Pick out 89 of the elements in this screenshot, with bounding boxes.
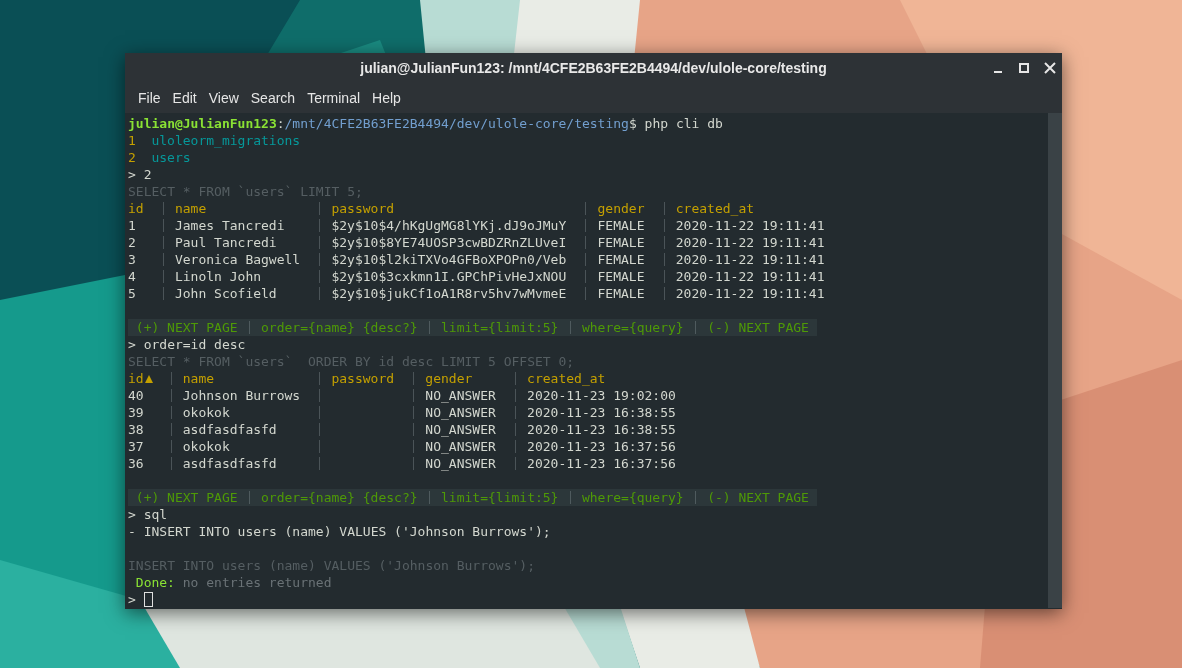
table-cell-text: okokok bbox=[182, 438, 231, 455]
table-cell-text: FEMALE bbox=[597, 285, 646, 302]
column-header: name bbox=[182, 370, 215, 387]
column-header: id bbox=[128, 370, 153, 387]
table-cell-text: Paul Tancredi bbox=[174, 234, 278, 251]
column-header: created_at bbox=[527, 370, 606, 387]
table-cell-text: 37 bbox=[128, 438, 145, 455]
menu-item[interactable]: Help bbox=[367, 88, 406, 108]
table-cell-text: $2y$10$jukCf1oA1R8rv5hv7wMvmeE bbox=[331, 285, 568, 302]
table-cell-text: $2y$10$4/hKgUgMG8lYKj.dJ9oJMuY bbox=[331, 217, 568, 234]
table-cell-text: FEMALE bbox=[597, 251, 646, 268]
table-cell-text: asdfasdfasfd bbox=[182, 455, 278, 472]
column-header: id bbox=[128, 200, 144, 217]
column-header: created_at bbox=[675, 200, 755, 217]
table-cell-text: 2020-11-22 19:11:41 bbox=[675, 217, 826, 234]
hint-text: (-) NEXT PAGE bbox=[707, 489, 809, 506]
table-cell-text: $2y$10$8YE74UOSP3cwBDZRnZLUveI bbox=[331, 234, 568, 251]
hint-text: order={name} {desc?} bbox=[261, 489, 418, 506]
column-header: name bbox=[174, 200, 207, 217]
input-line: > 2 bbox=[128, 166, 152, 183]
table-cell-text: Veronica Bagwell bbox=[174, 251, 302, 268]
table-cell-text: 3 bbox=[128, 251, 137, 268]
table-cell-text: FEMALE bbox=[597, 217, 646, 234]
table-cell-text: 5 bbox=[128, 285, 137, 302]
table-cell-text: NO_ANSWER bbox=[425, 438, 497, 455]
table-cell-text: 40 bbox=[128, 387, 145, 404]
table-cell-text: 2020-11-23 16:37:56 bbox=[527, 455, 677, 472]
menu-item[interactable]: Edit bbox=[167, 88, 202, 108]
table-cell-text: 2020-11-23 16:38:55 bbox=[527, 421, 677, 438]
menu-item[interactable]: Terminal bbox=[302, 88, 366, 108]
table-cell-text: NO_ANSWER bbox=[425, 421, 497, 438]
hint-text: (+) NEXT PAGE bbox=[135, 489, 238, 506]
table-cell-text: 36 bbox=[128, 455, 145, 472]
window-title: julian@JulianFun123: /mnt/4CFE2B63FE2B4494/dev/ulole-core/testing bbox=[360, 60, 827, 76]
status-label: Done: bbox=[135, 574, 175, 591]
table-cell-text: NO_ANSWER bbox=[425, 455, 497, 472]
maximize-icon[interactable] bbox=[1018, 62, 1030, 74]
column-header: password bbox=[331, 370, 395, 387]
table-cell-text: NO_ANSWER bbox=[425, 404, 497, 421]
table-cell-text: 2 bbox=[128, 234, 137, 251]
table-cell-text: Linoln John bbox=[174, 268, 263, 285]
table-cell-text: 1 bbox=[128, 217, 137, 234]
list-number: 2 bbox=[128, 149, 137, 166]
table-cell-text: 2020-11-22 19:11:41 bbox=[675, 285, 826, 302]
hint-text: limit={limit:5} bbox=[441, 319, 559, 336]
hint-text: where={query} bbox=[581, 319, 684, 336]
table-cell-text: 2020-11-23 16:37:56 bbox=[527, 438, 677, 455]
hint-text: where={query} bbox=[581, 489, 684, 506]
table-cell-text: NO_ANSWER bbox=[425, 387, 497, 404]
table-cell-text: 2020-11-23 16:38:55 bbox=[527, 404, 677, 421]
menu-item[interactable]: File bbox=[133, 88, 166, 108]
input-line: - INSERT INTO users (name) VALUES ('Johnson Burrows'); bbox=[128, 523, 551, 540]
prompt-path: /mnt/4CFE2B63FE2B4494/dev/ulole-core/testing bbox=[284, 115, 629, 132]
hint-text: (+) NEXT PAGE bbox=[135, 319, 238, 336]
hint-text: (-) NEXT PAGE bbox=[707, 319, 809, 336]
table-cell-text: $2y$10$l2kiTXVo4GFBoXPOPn0/Veb bbox=[331, 251, 568, 268]
hint-text: limit={limit:5} bbox=[441, 489, 559, 506]
table-cell-text: Johnson Burrows bbox=[182, 387, 302, 404]
column-header: password bbox=[331, 200, 395, 217]
input-line: > sql bbox=[128, 506, 168, 523]
table-cell-text: FEMALE bbox=[597, 268, 646, 285]
table-cell-text: $2y$10$3cxkmn1I.GPChPivHeJxNOU bbox=[331, 268, 568, 285]
table-name: uloleorm_migrations bbox=[151, 132, 301, 149]
menu-item[interactable]: View bbox=[203, 88, 244, 108]
input-line: > order=id desc bbox=[128, 336, 246, 353]
column-header: gender bbox=[425, 370, 473, 387]
table-cell-text: 2020-11-23 19:02:00 bbox=[527, 387, 677, 404]
table-cell-text: 2020-11-22 19:11:41 bbox=[675, 234, 826, 251]
table-cell-text: 2020-11-22 19:11:41 bbox=[675, 251, 826, 268]
close-icon[interactable] bbox=[1044, 62, 1056, 74]
table-cell-text: 39 bbox=[128, 404, 145, 421]
status-message: no entries returned bbox=[182, 574, 332, 591]
list-number: 1 bbox=[128, 132, 137, 149]
column-header: gender bbox=[597, 200, 645, 217]
prompt-user: julian@JulianFun123 bbox=[128, 115, 277, 132]
input-line: > bbox=[128, 591, 136, 608]
table-cell-text: 4 bbox=[128, 268, 137, 285]
table-cell-text: okokok bbox=[182, 404, 231, 421]
table-name: users bbox=[151, 149, 191, 166]
table-cell-text: asdfasdfasfd bbox=[182, 421, 278, 438]
table-cell-text: FEMALE bbox=[597, 234, 646, 251]
command-text: $ php cli db bbox=[628, 115, 723, 132]
menu-item[interactable]: Search bbox=[245, 88, 301, 108]
table-cell-text: 2020-11-22 19:11:41 bbox=[675, 268, 826, 285]
prompt-separator: : bbox=[276, 115, 285, 132]
hint-text: order={name} {desc?} bbox=[261, 319, 418, 336]
table-cell-text: James Tancredi bbox=[174, 217, 286, 234]
table-cell-text: John Scofield bbox=[174, 285, 278, 302]
table-cell-text: 38 bbox=[128, 421, 145, 438]
